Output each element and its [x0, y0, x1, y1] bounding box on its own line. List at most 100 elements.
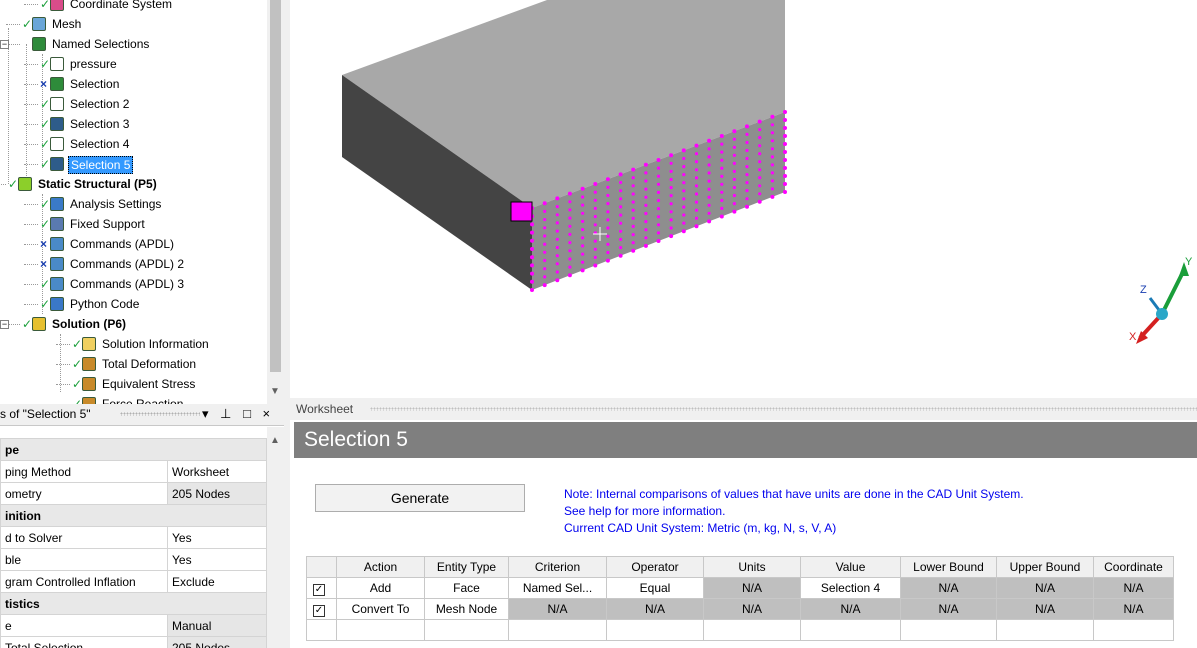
- details-value[interactable]: Worksheet: [167, 460, 267, 483]
- empty-cell[interactable]: [606, 619, 704, 641]
- note-line-2[interactable]: See help for more information.: [564, 503, 1024, 520]
- empty-cell[interactable]: [800, 619, 901, 641]
- criteria-cell[interactable]: N/A: [606, 598, 704, 620]
- details-value[interactable]: 205 Nodes: [167, 482, 267, 505]
- details-value[interactable]: Yes: [167, 548, 267, 571]
- tree-item[interactable]: ✓ Selection 2: [0, 94, 267, 114]
- details-row[interactable]: ping Method Worksheet: [0, 460, 267, 483]
- details-scrollbar[interactable]: ▲: [267, 427, 284, 648]
- scroll-down-icon[interactable]: ▼: [270, 386, 280, 397]
- empty-cell[interactable]: [1093, 619, 1174, 641]
- column-header[interactable]: [306, 556, 337, 578]
- empty-cell[interactable]: [703, 619, 801, 641]
- tree-item[interactable]: × Commands (APDL) 2: [0, 254, 267, 274]
- tree-item[interactable]: ✓ pressure: [0, 54, 267, 74]
- column-header[interactable]: Action: [336, 556, 425, 578]
- criteria-cell[interactable]: Mesh Node: [424, 598, 509, 620]
- row-checkbox-cell[interactable]: ✓: [306, 598, 337, 620]
- empty-cell[interactable]: [336, 619, 425, 641]
- details-row[interactable]: ble Yes: [0, 548, 267, 571]
- mesh-node-marker: [694, 184, 699, 188]
- tree-item[interactable]: ✓ Equivalent Stress: [0, 374, 267, 394]
- checkbox[interactable]: ✓: [313, 583, 325, 596]
- criteria-cell[interactable]: N/A: [1093, 577, 1174, 599]
- criteria-row[interactable]: ✓ Convert To Mesh Node N/A N/A N/A N/A N/A N/A N/…: [306, 598, 1174, 620]
- details-row[interactable]: gram Controlled Inflation Exclude: [0, 570, 267, 593]
- tree-connector: [56, 344, 70, 345]
- details-row[interactable]: ometry 205 Nodes: [0, 482, 267, 505]
- criteria-cell[interactable]: Named Sel...: [508, 577, 607, 599]
- empty-cell[interactable]: [996, 619, 1094, 641]
- tree-collapse-toggle[interactable]: −: [0, 320, 9, 329]
- criteria-cell[interactable]: N/A: [996, 577, 1094, 599]
- empty-row[interactable]: [306, 619, 1174, 641]
- criteria-cell[interactable]: N/A: [996, 598, 1094, 620]
- tree-item[interactable]: − ✓ Solution (P6): [0, 314, 267, 334]
- criteria-cell[interactable]: Selection 4: [800, 577, 901, 599]
- criteria-cell[interactable]: Face: [424, 577, 509, 599]
- tree-collapse-toggle[interactable]: −: [0, 40, 9, 49]
- column-header[interactable]: Value: [800, 556, 901, 578]
- tree-item[interactable]: ✓ Mesh: [0, 14, 267, 34]
- row-checkbox-cell[interactable]: ✓: [306, 577, 337, 599]
- details-value[interactable]: 205 Nodes: [167, 636, 267, 648]
- empty-cell[interactable]: [508, 619, 607, 641]
- details-group-row[interactable]: inition: [0, 504, 267, 527]
- tree-item[interactable]: ✓ Force Reaction: [0, 394, 267, 404]
- tree-item[interactable]: ✓ Selection 3: [0, 114, 267, 134]
- tree-item[interactable]: ✓ Selection 4: [0, 134, 267, 154]
- details-row[interactable]: d to Solver Yes: [0, 526, 267, 549]
- details-group-row[interactable]: pe: [0, 438, 267, 461]
- criteria-cell[interactable]: N/A: [703, 598, 801, 620]
- model-view[interactable]: Y X Z: [290, 0, 1197, 392]
- details-value[interactable]: Exclude: [167, 570, 267, 593]
- details-value[interactable]: Yes: [167, 526, 267, 549]
- criteria-cell[interactable]: N/A: [703, 577, 801, 599]
- tree-item[interactable]: −✓Static Structural (P5): [0, 174, 267, 194]
- tree-item[interactable]: ✓ Analysis Settings: [0, 194, 267, 214]
- mesh-node-marker: [644, 203, 648, 207]
- criteria-cell[interactable]: Equal: [606, 577, 704, 599]
- details-row[interactable]: e Manual: [0, 614, 267, 637]
- mesh-node-marker: [745, 132, 749, 136]
- tree-item[interactable]: × Commands (APDL): [0, 234, 267, 254]
- column-header[interactable]: Coordinate: [1093, 556, 1174, 578]
- empty-cell[interactable]: [900, 619, 997, 641]
- tree-item[interactable]: ✓ Solution Information: [0, 334, 267, 354]
- details-group-row[interactable]: tistics: [0, 592, 267, 615]
- column-header[interactable]: Lower Bound: [900, 556, 997, 578]
- criteria-row[interactable]: ✓ Add Face Named Sel... Equal N/A Selection 4N…: [306, 577, 1174, 599]
- tree-item[interactable]: × Selection: [0, 74, 267, 94]
- tree-item[interactable]: ✓ Python Code: [0, 294, 267, 314]
- tree-item[interactable]: ✓ Selection 5: [0, 154, 267, 174]
- criteria-cell[interactable]: Add: [336, 577, 425, 599]
- tree-item[interactable]: ✓ Coordinate System: [0, 0, 267, 14]
- checkbox[interactable]: ✓: [313, 604, 325, 617]
- column-header[interactable]: Units: [703, 556, 801, 578]
- mesh-node-marker: [783, 126, 787, 130]
- scroll-thumb[interactable]: [270, 0, 281, 372]
- criteria-cell[interactable]: N/A: [800, 598, 901, 620]
- criteria-cell[interactable]: Convert To: [336, 598, 425, 620]
- criteria-cell[interactable]: N/A: [900, 577, 997, 599]
- tree-item[interactable]: ✓ Commands (APDL) 3: [0, 274, 267, 294]
- column-header[interactable]: Entity Type: [424, 556, 509, 578]
- empty-cell[interactable]: [306, 619, 337, 641]
- column-header[interactable]: Upper Bound: [996, 556, 1094, 578]
- tree-item[interactable]: − Named Selections: [0, 34, 267, 54]
- column-header[interactable]: Operator: [606, 556, 704, 578]
- graphics-viewport[interactable]: Y X Z: [290, 0, 1197, 392]
- details-row[interactable]: Total Selection 205 Nodes: [0, 636, 267, 648]
- tree-item[interactable]: ✓ Total Deformation: [0, 354, 267, 374]
- worksheet-tab[interactable]: Worksheet: [290, 398, 1197, 420]
- generate-button[interactable]: Generate: [315, 484, 525, 512]
- empty-cell[interactable]: [424, 619, 509, 641]
- criteria-cell[interactable]: N/A: [1093, 598, 1174, 620]
- criteria-cell[interactable]: N/A: [900, 598, 997, 620]
- details-value[interactable]: Manual: [167, 614, 267, 637]
- tree-item[interactable]: ✓ Fixed Support: [0, 214, 267, 234]
- tree-scrollbar[interactable]: ▼: [267, 0, 284, 404]
- details-window-buttons[interactable]: ▾ ⊥ □ ×: [202, 404, 274, 424]
- criteria-cell[interactable]: N/A: [508, 598, 607, 620]
- column-header[interactable]: Criterion: [508, 556, 607, 578]
